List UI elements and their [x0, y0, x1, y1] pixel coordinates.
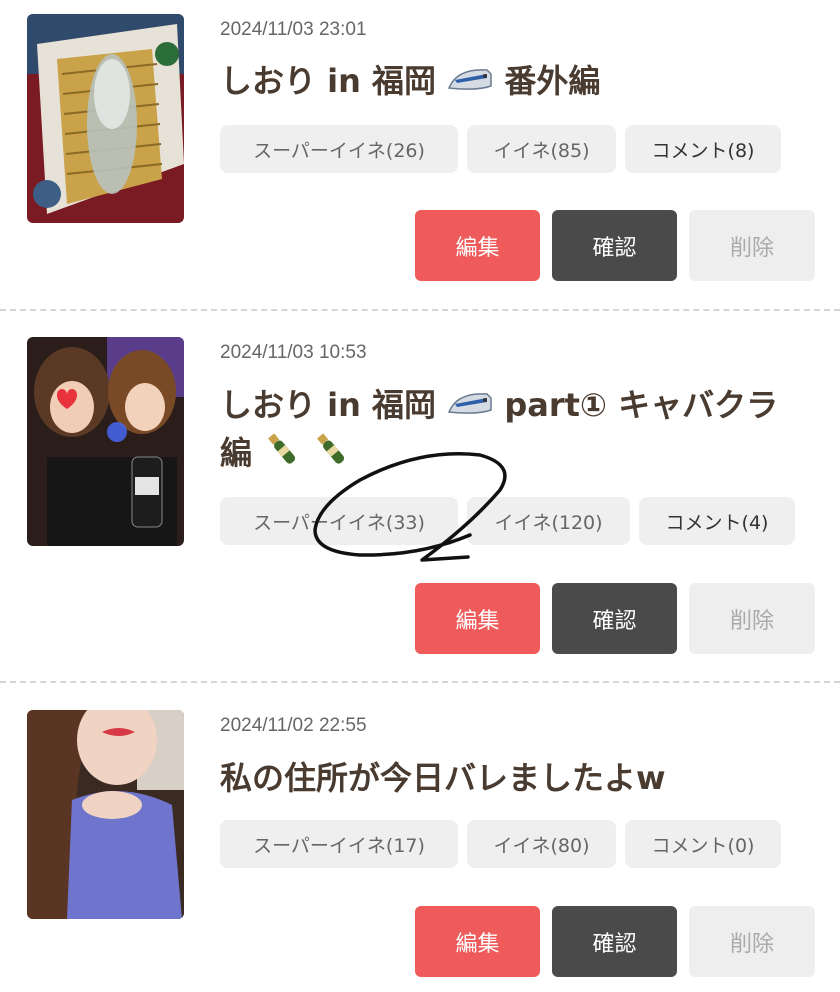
champagne-icon — [263, 430, 301, 480]
super-like-tag[interactable]: スーパーイイネ(33) — [220, 497, 458, 545]
confirm-button[interactable]: 確認 — [552, 583, 677, 654]
post-title-line2: 編 — [220, 434, 253, 472]
post-date: 2024/11/03 23:01 — [220, 19, 367, 40]
thumbnail-image-selfie — [27, 337, 184, 546]
comment-tag[interactable]: コメント(0) — [625, 820, 781, 868]
post-actions: 編集 確認 削除 — [415, 210, 815, 281]
post-thumbnail[interactable] — [27, 710, 184, 919]
post-title[interactable]: 私の住所が今日バレましたよw — [220, 755, 820, 801]
reaction-tags: スーパーイイネ(33) イイネ(120) コメント(4) — [220, 497, 795, 545]
post-title-text: しおり in 福岡 — [220, 62, 437, 100]
post-title[interactable]: しおり in 福岡 番外編 — [220, 58, 820, 106]
post-actions: 編集 確認 削除 — [415, 583, 815, 654]
like-tag[interactable]: イイネ(80) — [467, 820, 616, 868]
post-date: 2024/11/02 22:55 — [220, 715, 367, 736]
like-tag[interactable]: イイネ(85) — [467, 125, 616, 173]
delete-button[interactable]: 削除 — [689, 583, 815, 654]
post-thumbnail[interactable] — [27, 14, 184, 223]
delete-button[interactable]: 削除 — [689, 906, 815, 977]
comment-tag[interactable]: コメント(4) — [639, 497, 795, 545]
post-title-suffix: part① キャバクラ — [504, 386, 779, 424]
divider — [0, 309, 840, 311]
delete-button[interactable]: 削除 — [689, 210, 815, 281]
bullet-train-icon — [447, 384, 493, 430]
like-tag[interactable]: イイネ(120) — [467, 497, 630, 545]
reaction-tags: スーパーイイネ(26) イイネ(85) コメント(8) — [220, 125, 781, 173]
edit-button[interactable]: 編集 — [415, 906, 540, 977]
super-like-tag[interactable]: スーパーイイネ(26) — [220, 125, 458, 173]
bullet-train-icon — [447, 60, 493, 106]
post-title-suffix: 番外編 — [504, 62, 601, 100]
edit-button[interactable]: 編集 — [415, 210, 540, 281]
confirm-button[interactable]: 確認 — [552, 906, 677, 977]
comment-tag[interactable]: コメント(8) — [625, 125, 781, 173]
divider — [0, 681, 840, 683]
post-title-text: しおり in 福岡 — [220, 386, 437, 424]
reaction-tags: スーパーイイネ(17) イイネ(80) コメント(0) — [220, 820, 781, 868]
post-actions: 編集 確認 削除 — [415, 906, 815, 977]
post-title-text: 私の住所が今日バレましたよw — [220, 759, 666, 797]
edit-button[interactable]: 編集 — [415, 583, 540, 654]
post-title[interactable]: しおり in 福岡 part① キャバクラ 編 — [220, 382, 820, 480]
champagne-icon — [312, 430, 350, 480]
super-like-tag[interactable]: スーパーイイネ(17) — [220, 820, 458, 868]
thumbnail-image-portrait — [27, 710, 184, 919]
confirm-button[interactable]: 確認 — [552, 210, 677, 281]
post-thumbnail[interactable] — [27, 337, 184, 546]
post-date: 2024/11/03 10:53 — [220, 342, 367, 363]
thumbnail-image-food — [27, 14, 184, 223]
